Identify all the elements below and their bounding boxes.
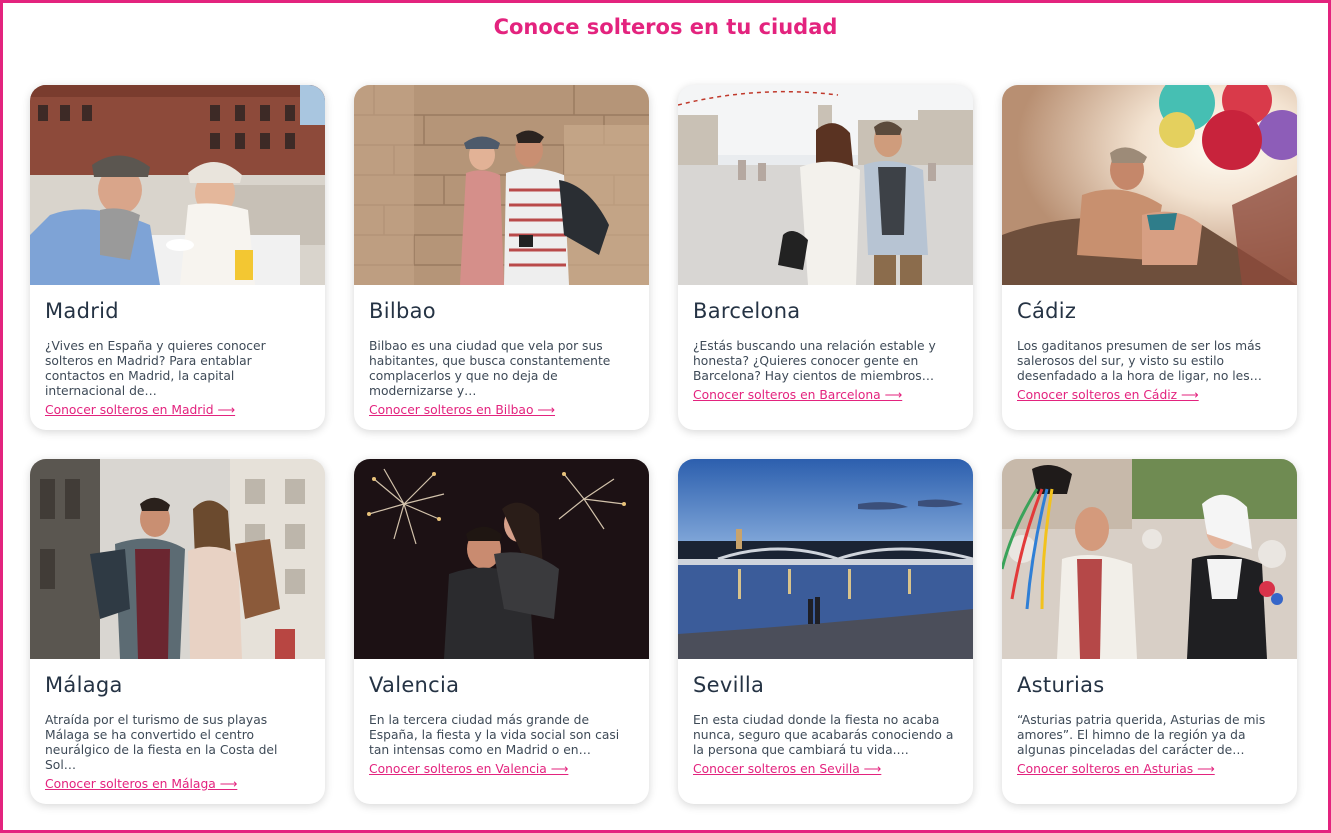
city-grid: Madrid ¿Vives en España y quieres conoce… — [30, 85, 1297, 804]
city-description: ¿Estás buscando una relación estable y h… — [693, 339, 936, 383]
city-description: ¿Vives en España y quieres conocer solte… — [45, 339, 266, 398]
link-conocer-madrid[interactable]: Conocer solteros en Madrid ⟶ — [45, 403, 235, 418]
folk-festival-couple-photo[interactable] — [1002, 459, 1297, 659]
city-description: “Asturias patria querida, Asturias de mi… — [1017, 713, 1266, 757]
couple-stone-wall-photo[interactable] — [354, 85, 649, 285]
link-conocer-barcelona[interactable]: Conocer solteros en Barcelona ⟶ — [693, 388, 902, 403]
city-card-madrid[interactable]: Madrid ¿Vives en España y quieres conoce… — [30, 85, 325, 430]
city-name: Málaga — [45, 673, 123, 697]
city-description: En esta ciudad donde la fiesta no acaba … — [693, 713, 954, 757]
city-name: Cádiz — [1017, 299, 1077, 323]
couple-beach-balloons-photo[interactable] — [1002, 85, 1297, 285]
river-bridge-dusk-photo[interactable] — [678, 459, 973, 659]
city-description: Los gaditanos presumen de ser los más sa… — [1017, 339, 1262, 383]
city-card-sevilla[interactable]: Sevilla En esta ciudad donde la fiesta n… — [678, 459, 973, 804]
couple-shopping-street-photo[interactable] — [30, 459, 325, 659]
city-card-cadiz[interactable]: Cádiz Los gaditanos presumen de ser los … — [1002, 85, 1297, 430]
city-card-barcelona[interactable]: Barcelona ¿Estás buscando una relación e… — [678, 85, 973, 430]
city-card-valencia[interactable]: Valencia En la tercera ciudad más grande… — [354, 459, 649, 804]
city-name: Madrid — [45, 299, 119, 323]
city-card-asturias[interactable]: Asturias “Asturias patria querida, Astur… — [1002, 459, 1297, 804]
section-title: Conoce solteros en tu ciudad — [493, 15, 838, 39]
city-name: Valencia — [369, 673, 460, 697]
link-conocer-valencia[interactable]: Conocer solteros en Valencia ⟶ — [369, 762, 568, 777]
city-name: Asturias — [1017, 673, 1105, 697]
city-description: Atraída por el turismo de sus playas Mál… — [45, 713, 278, 772]
city-name: Sevilla — [693, 673, 765, 697]
couple-cafe-plaza-photo[interactable] — [30, 85, 325, 285]
link-conocer-asturias[interactable]: Conocer solteros en Asturias ⟶ — [1017, 762, 1215, 777]
city-name: Barcelona — [693, 299, 801, 323]
link-conocer-bilbao[interactable]: Conocer solteros en Bilbao ⟶ — [369, 403, 555, 418]
link-conocer-malaga[interactable]: Conocer solteros en Málaga ⟶ — [45, 777, 237, 792]
city-description: Bilbao es una ciudad que vela por sus ha… — [369, 339, 611, 398]
city-card-malaga[interactable]: Málaga Atraída por el turismo de sus pla… — [30, 459, 325, 804]
city-name: Bilbao — [369, 299, 436, 323]
city-card-bilbao[interactable]: Bilbao Bilbao es una ciudad que vela por… — [354, 85, 649, 430]
link-conocer-sevilla[interactable]: Conocer solteros en Sevilla ⟶ — [693, 762, 881, 777]
city-description: En la tercera ciudad más grande de Españ… — [369, 713, 620, 757]
couple-fireworks-photo[interactable] — [354, 459, 649, 659]
link-conocer-cadiz[interactable]: Conocer solteros en Cádiz ⟶ — [1017, 388, 1199, 403]
couple-walking-square-photo[interactable] — [678, 85, 973, 285]
